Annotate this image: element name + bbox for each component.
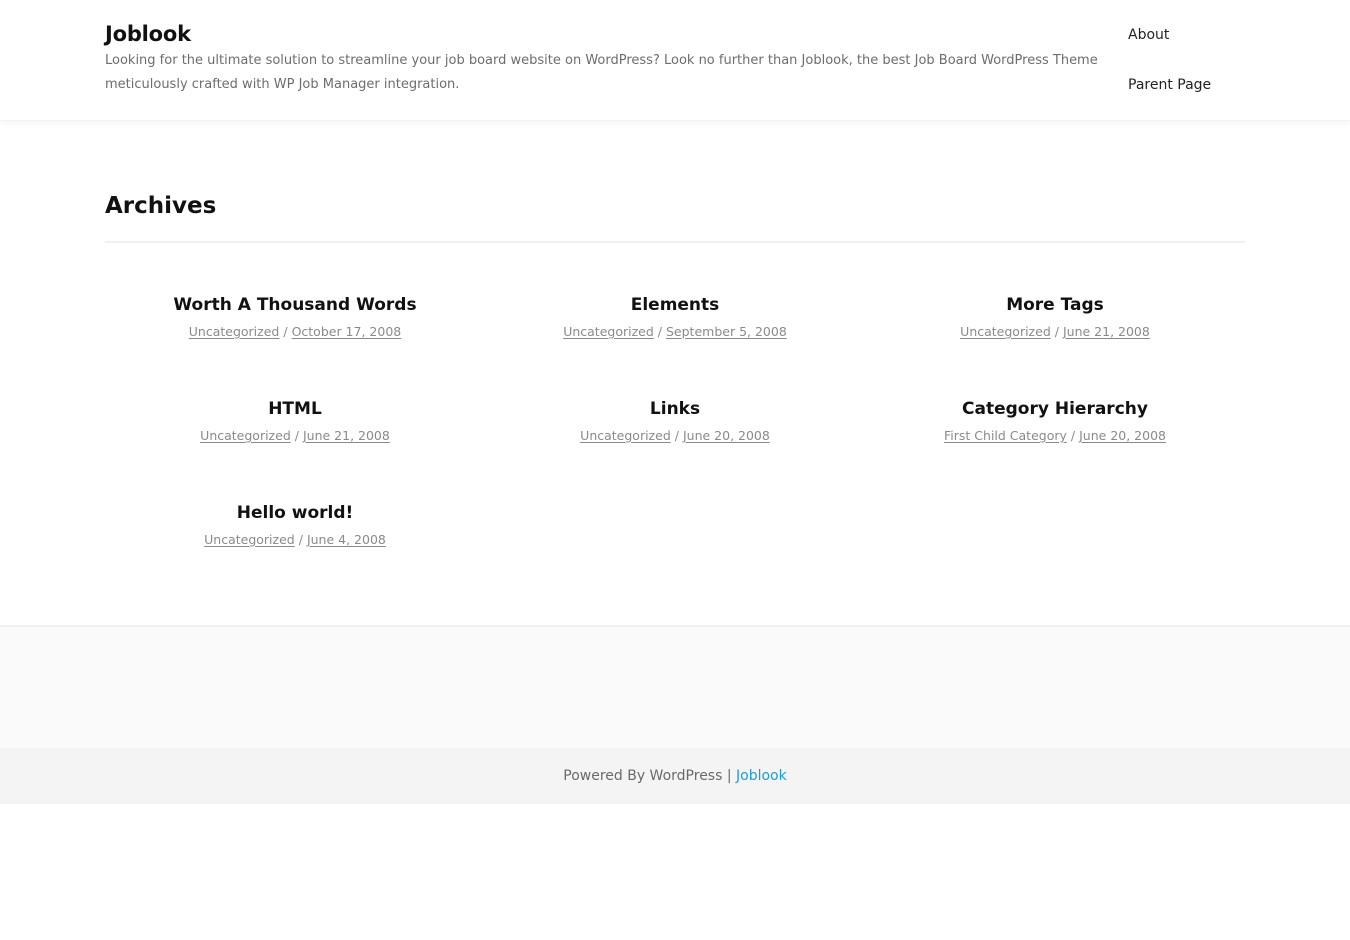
post-title-link[interactable]: Category Hierarchy (962, 398, 1148, 420)
meta-separator: / (1070, 428, 1076, 443)
post-date-link[interactable]: June 20, 2008 (1079, 428, 1166, 443)
meta-separator: / (283, 324, 288, 339)
post-title-link[interactable]: HTML (268, 398, 322, 420)
post-card: Links Uncategorized / June 20, 2008 (485, 398, 865, 502)
main-content: Archives Worth A Thousand Words Uncatego… (0, 121, 1350, 625)
meta-separator: / (1054, 324, 1059, 339)
site-footer: Powered By WordPress | Joblook (0, 748, 1350, 804)
post-meta: Uncategorized / June 21, 2008 (105, 428, 485, 444)
meta-separator: / (674, 428, 679, 443)
post-card: Worth A Thousand Words Uncategorized / Oct… (105, 294, 485, 398)
post-title-link[interactable]: Worth A Thousand Words (173, 294, 416, 316)
post-date-link[interactable]: June 20, 2008 (683, 428, 770, 443)
post-meta: Uncategorized / October 17, 2008 (105, 324, 485, 340)
post-date-link[interactable]: September 5, 2008 (666, 324, 787, 339)
post-title-link[interactable]: More Tags (1006, 294, 1104, 316)
meta-separator: / (657, 324, 662, 339)
post-category-link[interactable]: Uncategorized (960, 324, 1051, 339)
post-date-link[interactable]: October 17, 2008 (292, 324, 402, 339)
powered-by-text: Powered By WordPress | (563, 768, 732, 784)
post-date-link[interactable]: June 4, 2008 (307, 532, 386, 547)
post-meta: Uncategorized / June 4, 2008 (105, 532, 485, 548)
title-divider (105, 241, 1245, 243)
post-card: HTML Uncategorized / June 21, 2008 (105, 398, 485, 502)
post-card: Elements Uncategorized / September 5, 2008 (485, 294, 865, 398)
site-header: Joblook Looking for the ultimate solutio… (0, 0, 1350, 121)
post-date-link[interactable]: June 21, 2008 (303, 428, 390, 443)
post-card: More Tags Uncategorized / June 21, 2008 (865, 294, 1245, 398)
footer-widget-area (0, 625, 1350, 748)
post-title-link[interactable]: Elements (631, 294, 720, 316)
post-category-link[interactable]: Uncategorized (189, 324, 280, 339)
post-category-link[interactable]: Uncategorized (200, 428, 291, 443)
post-meta: First Child Category / June 20, 2008 (865, 428, 1245, 444)
post-category-link[interactable]: Uncategorized (580, 428, 671, 443)
post-meta: Uncategorized / September 5, 2008 (485, 324, 865, 340)
theme-link[interactable]: Joblook (736, 768, 787, 784)
post-title-link[interactable]: Links (650, 398, 700, 420)
post-date-link[interactable]: June 21, 2008 (1063, 324, 1150, 339)
primary-navigation: About Parent Page (1128, 22, 1328, 122)
nav-item-parent-page[interactable]: Parent Page (1128, 72, 1328, 122)
post-category-link[interactable]: First Child Category (944, 428, 1067, 443)
post-card: Hello world! Uncategorized / June 4, 2008 (105, 502, 485, 606)
post-card: Category Hierarchy First Child Category /… (865, 398, 1245, 502)
post-category-link[interactable]: Uncategorized (204, 532, 295, 547)
post-meta: Uncategorized / June 20, 2008 (485, 428, 865, 444)
post-category-link[interactable]: Uncategorized (563, 324, 654, 339)
meta-separator: / (294, 428, 299, 443)
post-meta: Uncategorized / June 21, 2008 (865, 324, 1245, 340)
site-title-link[interactable]: Joblook (105, 20, 191, 48)
post-title-link[interactable]: Hello world! (237, 502, 354, 524)
page-title: Archives (105, 193, 217, 219)
nav-item-about[interactable]: About (1128, 22, 1328, 72)
site-description: Looking for the ultimate solution to str… (105, 53, 1098, 92)
meta-separator: / (298, 532, 303, 547)
post-grid: Worth A Thousand Words Uncategorized / Oct… (105, 294, 1245, 606)
